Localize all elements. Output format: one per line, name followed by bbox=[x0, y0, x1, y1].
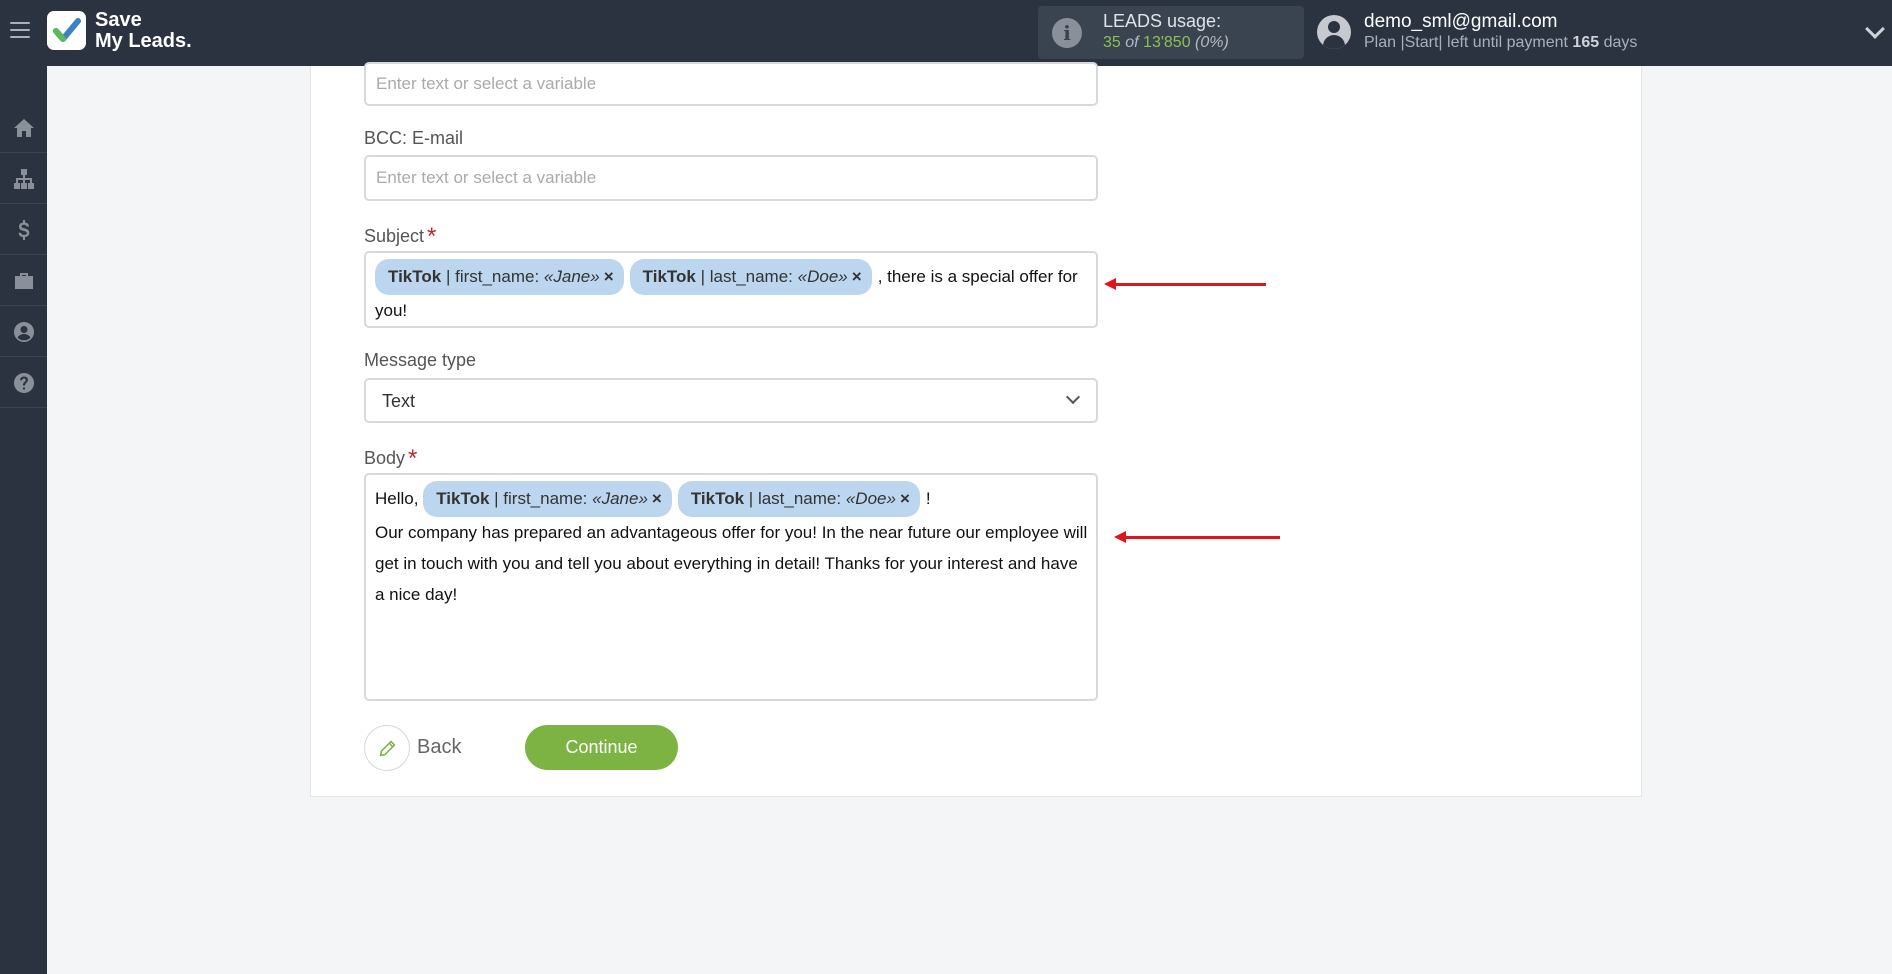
pencil-icon bbox=[379, 740, 396, 757]
red-arrow-annotation bbox=[1114, 531, 1280, 543]
account-avatar-icon[interactable] bbox=[1317, 15, 1351, 49]
bcc-label: BCC: E-mail bbox=[364, 128, 464, 148]
body-greeting: Hello, bbox=[375, 489, 419, 508]
cc-email-input[interactable]: Enter text or select a variable bbox=[364, 62, 1098, 106]
variable-tag[interactable]: TikTok | last_name: «Doe» × bbox=[629, 259, 872, 295]
sidebar-item-billing[interactable] bbox=[0, 205, 47, 255]
tag-value: «Doe» bbox=[845, 489, 896, 508]
top-bar: Save My Leads. i LEADS usage: 35 of 13'8… bbox=[0, 0, 1892, 66]
subject-input[interactable]: TikTok | first_name: «Jane» × TikTok | las… bbox=[364, 251, 1098, 328]
sidebar-item-tools[interactable] bbox=[0, 256, 47, 306]
required-marker: * bbox=[427, 223, 437, 250]
tag-value: «Doe» bbox=[797, 267, 848, 286]
body-label: Body * bbox=[364, 443, 418, 472]
tag-value: «Jane» bbox=[592, 489, 648, 508]
usage-count: 35 of 13'850 (0%) bbox=[1103, 34, 1229, 52]
sidebar-item-account[interactable] bbox=[0, 307, 47, 357]
remove-tag-icon[interactable]: × bbox=[852, 267, 862, 286]
sidebar bbox=[0, 66, 47, 974]
plan-text: Plan |Start| left until payment bbox=[1364, 34, 1568, 51]
brand-name: Save My Leads. bbox=[95, 10, 192, 52]
body-exclamation: ! bbox=[925, 489, 931, 508]
continue-button[interactable]: Continue bbox=[525, 725, 678, 770]
account-plan: Plan |Start| left until payment 165 days bbox=[1364, 34, 1637, 52]
subject-label: Subject * bbox=[364, 221, 437, 250]
message-type-label: Message type bbox=[364, 350, 477, 370]
briefcase-icon bbox=[14, 272, 33, 289]
menu-icon[interactable] bbox=[10, 22, 30, 40]
variable-tag[interactable]: TikTok | first_name: «Jane» × bbox=[423, 481, 672, 517]
help-icon bbox=[13, 372, 34, 393]
plan-days-suffix: days bbox=[1603, 34, 1638, 51]
subject-label-text: Subject bbox=[364, 226, 425, 246]
tag-value: «Jane» bbox=[543, 267, 600, 286]
chevron-down-icon bbox=[1065, 389, 1081, 405]
chevron-down-icon[interactable] bbox=[1865, 19, 1885, 39]
sidebar-item-home[interactable] bbox=[0, 103, 47, 153]
tag-field: last_name: bbox=[757, 489, 842, 508]
back-button[interactable]: Back bbox=[417, 736, 461, 759]
tag-field: first_name: bbox=[503, 489, 588, 508]
brand-line-2: My Leads. bbox=[95, 30, 192, 52]
body-input[interactable]: Hello, TikTok | first_name: «Jane» × TikTo… bbox=[364, 473, 1098, 701]
message-type-value: Text bbox=[382, 391, 416, 411]
tag-source: TikTok bbox=[436, 489, 490, 508]
logo-icon[interactable] bbox=[47, 11, 86, 50]
sidebar-item-help[interactable] bbox=[0, 358, 47, 408]
dollar-icon bbox=[18, 219, 29, 240]
sidebar-item-connections[interactable] bbox=[0, 154, 47, 204]
account-email[interactable]: demo_sml@gmail.com bbox=[1364, 11, 1558, 33]
plan-days: 165 bbox=[1572, 34, 1600, 51]
brand-line-1: Save bbox=[95, 9, 142, 31]
body-label-text: Body bbox=[364, 448, 406, 468]
tag-source: TikTok bbox=[690, 489, 745, 508]
usage-percent: (0%) bbox=[1195, 34, 1229, 51]
usage-total: 13'850 bbox=[1143, 34, 1191, 51]
sitemap-icon bbox=[13, 168, 34, 189]
home-icon bbox=[13, 118, 34, 137]
usage-used: 35 bbox=[1103, 34, 1121, 51]
tag-field: last_name: bbox=[709, 267, 793, 286]
remove-tag-icon[interactable]: × bbox=[652, 489, 662, 508]
bcc-email-input[interactable]: Enter text or select a variable bbox=[364, 155, 1098, 201]
cc-placeholder: Enter text or select a variable bbox=[376, 74, 597, 93]
required-marker: * bbox=[408, 445, 418, 472]
tag-field: first_name: bbox=[455, 267, 540, 286]
bcc-placeholder: Enter text or select a variable bbox=[376, 168, 597, 187]
leads-usage-panel: i LEADS usage: 35 of 13'850 (0%) bbox=[1038, 6, 1304, 59]
remove-tag-icon[interactable]: × bbox=[604, 267, 614, 286]
message-type-select[interactable]: Text bbox=[364, 378, 1098, 423]
variable-tag[interactable]: TikTok | last_name: «Doe» × bbox=[677, 481, 920, 517]
tag-source: TikTok bbox=[388, 267, 442, 286]
back-button-icon[interactable] bbox=[364, 725, 410, 771]
info-icon: i bbox=[1052, 18, 1082, 48]
usage-title: LEADS usage: bbox=[1103, 11, 1222, 31]
user-icon bbox=[13, 321, 34, 342]
remove-tag-icon[interactable]: × bbox=[900, 489, 910, 508]
tag-source: TikTok bbox=[642, 267, 696, 286]
usage-of: of bbox=[1125, 34, 1139, 51]
variable-tag[interactable]: TikTok | first_name: «Jane» × bbox=[375, 259, 624, 295]
body-text: Our company has prepared an advantageous… bbox=[375, 523, 1088, 604]
red-arrow-annotation bbox=[1104, 278, 1266, 290]
